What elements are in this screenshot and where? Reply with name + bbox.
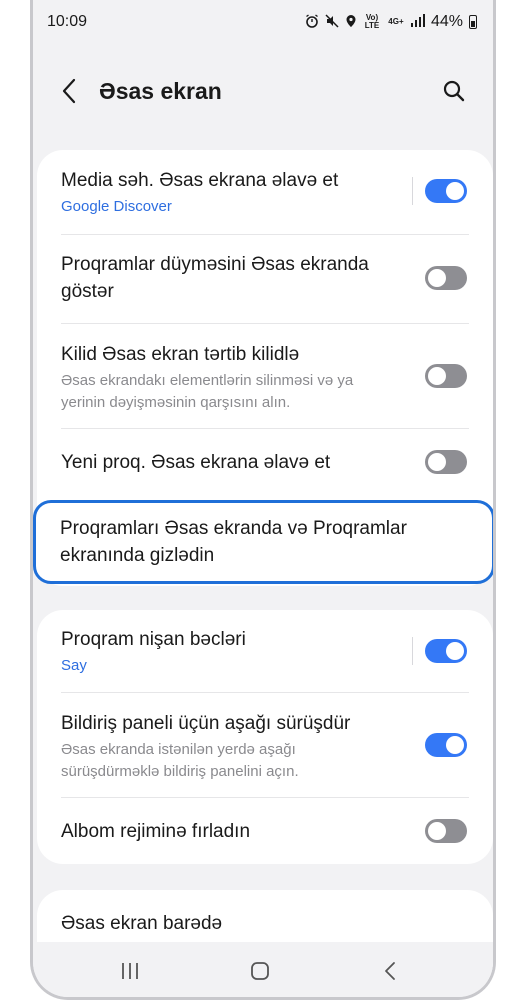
setting-description-line2: yerinin dəyişməsinin qarşısını alın. (61, 394, 291, 411)
battery-icon (469, 15, 477, 29)
location-icon (345, 14, 357, 31)
navigation-bar (33, 942, 493, 997)
setting-title-line1: Proqramları Əsas ekranda və Proqramlar (60, 518, 407, 539)
battery-percent: 44% (430, 13, 463, 30)
volte-icon: Vo) LTE (364, 13, 380, 30)
setting-subtitle: Say (61, 657, 87, 674)
status-icons: Vo) LTE 4G+ 44% (305, 13, 477, 31)
toggle-knob (446, 642, 464, 660)
swipe-down-toggle[interactable] (425, 733, 467, 757)
signal-icon (410, 14, 425, 30)
setting-title: Proqram nişan bəcləri (61, 629, 246, 650)
back-button[interactable] (55, 76, 83, 106)
setting-title: Yeni proq. Əsas ekrana əlavə et (61, 452, 331, 473)
toggle-knob (428, 269, 446, 287)
recents-button[interactable] (115, 956, 145, 986)
chevron-left-icon (62, 78, 76, 104)
setting-title-line1: Proqramlar düyməsini Əsas ekranda (61, 254, 369, 275)
setting-title: Albom rejiminə fırladın (61, 821, 251, 842)
setting-description-line1: Əsas ekranda istənilən yerdə aşağı (61, 741, 296, 758)
status-time: 10:09 (47, 13, 88, 30)
network-4g-icon: 4G+ (388, 17, 404, 26)
setting-subtitle: Google Discover (61, 198, 172, 215)
home-icon (251, 962, 269, 980)
setting-swipe-down-notification[interactable]: Bildiriş paneli üçün aşağı sürüşdür Əsas… (37, 693, 493, 797)
setting-lock-layout[interactable]: Kilid Əsas ekran tərtib kilidlə Əsas ekr… (37, 324, 493, 428)
alarm-icon (305, 13, 319, 31)
toggle-knob (428, 453, 446, 471)
recents-icon (122, 963, 138, 979)
mute-icon (325, 13, 339, 31)
divider-vertical (412, 637, 413, 665)
setting-description-line1: Əsas ekrandakı elementlərin silinməsi və… (61, 372, 354, 389)
home-button[interactable] (245, 956, 275, 986)
toggle-knob (428, 822, 446, 840)
setting-title-line2: göstər (61, 281, 114, 302)
setting-title: Media səh. Əsas ekrana əlavə et (61, 170, 339, 191)
toggle-knob (446, 182, 464, 200)
phone-screen: 10:09 Vo) LTE 4G+ 44% Əsas ekran Media s… (30, 0, 496, 1000)
chevron-left-icon (385, 962, 395, 980)
setting-app-icon-badges[interactable]: Proqram nişan bəcləri Say (37, 610, 493, 692)
lock-layout-toggle[interactable] (425, 364, 467, 388)
setting-description-line2: sürüşdürməklə bildiriş panelini açın. (61, 763, 299, 780)
setting-apps-button[interactable]: Proqramlar düyməsini Əsas ekranda göstər (37, 235, 493, 323)
setting-title: Əsas ekran barədə (61, 913, 223, 934)
add-new-apps-toggle[interactable] (425, 450, 467, 474)
media-page-toggle[interactable] (425, 179, 467, 203)
nav-back-button[interactable] (375, 956, 405, 986)
page-title: Əsas ekran (99, 78, 222, 104)
setting-title-line2: ekranında gizlədin (60, 545, 215, 566)
divider-vertical (412, 177, 413, 205)
setting-media-page[interactable]: Media səh. Əsas ekrana əlavə et Google D… (37, 150, 493, 234)
badges-toggle[interactable] (425, 639, 467, 663)
search-icon (443, 80, 465, 102)
search-button[interactable] (439, 76, 469, 106)
setting-rotate-landscape[interactable]: Albom rejiminə fırladın (37, 798, 493, 864)
setting-about-home-screen[interactable]: Əsas ekran barədə (37, 890, 493, 950)
setting-title: Kilid Əsas ekran tərtib kilidlə (61, 344, 300, 365)
setting-title: Bildiriş paneli üçün aşağı sürüşdür (61, 713, 351, 734)
setting-hide-apps[interactable]: Proqramları Əsas ekranda və Proqramlar e… (33, 500, 493, 584)
landscape-toggle[interactable] (425, 819, 467, 843)
app-bar: Əsas ekran (33, 62, 493, 122)
status-bar: 10:09 Vo) LTE 4G+ 44% (33, 0, 493, 44)
apps-button-toggle[interactable] (425, 266, 467, 290)
toggle-knob (446, 736, 464, 754)
settings-card-2: Proqram nişan bəcləri Say Bildiriş panel… (37, 610, 493, 864)
setting-add-new-apps[interactable]: Yeni proq. Əsas ekrana əlavə et (37, 429, 493, 495)
toggle-knob (428, 367, 446, 385)
